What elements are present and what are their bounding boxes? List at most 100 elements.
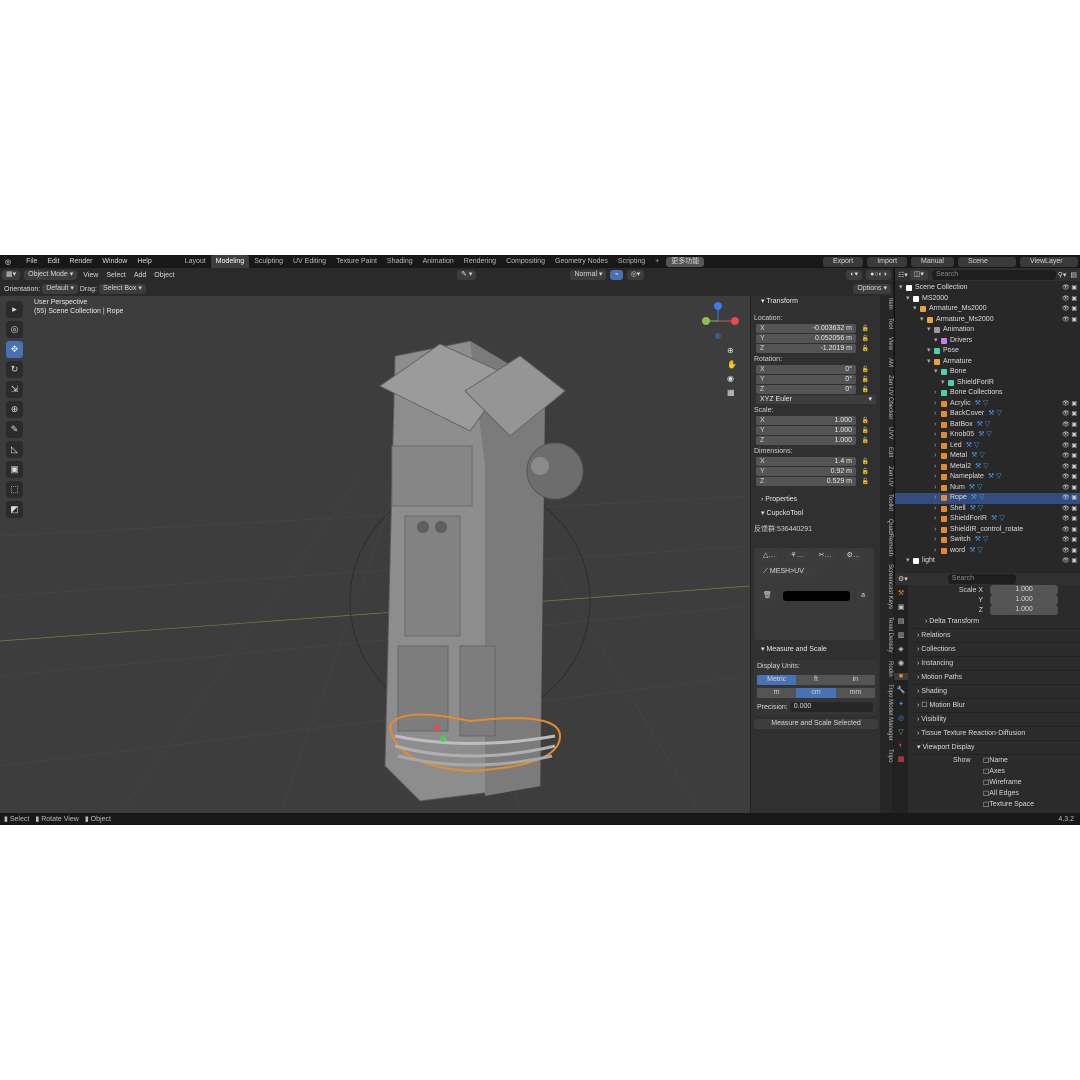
viewport-display-texture-space[interactable]: ☐ Texture Space [913,799,1080,810]
expand-arrow-icon[interactable]: › [934,493,941,504]
import-button[interactable]: Import [867,256,908,267]
section-delta-transform[interactable]: › Delta Transform [913,615,1080,629]
outliner-item-knob05[interactable]: › Knob05 ⚒ ▽ 👁 ▣ [895,430,1080,441]
visibility-eye-icon[interactable]: 👁 ▣ [1062,441,1077,452]
zoom-icon[interactable]: ⊕ [727,346,739,360]
visibility-eye-icon[interactable]: 👁 ▣ [1062,462,1077,473]
new-collection-icon[interactable]: ▤ [1066,271,1080,279]
object-mode-dropdown[interactable]: Object Mode ▾ [24,270,78,280]
rotation-mode-dropdown[interactable]: XYZ Euler ▾ [756,395,876,404]
tab-geometry-nodes[interactable]: Geometry Nodes [550,255,613,268]
expand-arrow-icon[interactable]: ▾ [927,357,934,368]
outliner-item-metal2[interactable]: › Metal2 ⚒ ▽ 👁 ▣ [895,462,1080,473]
location-lock-icon[interactable]: 🔓 [862,345,869,352]
expand-arrow-icon[interactable]: ▾ [927,325,934,336]
cupcko-tool-1-icon[interactable]: △… [759,551,780,561]
section-shading[interactable]: › Shading [913,685,1080,699]
viewport-display-name[interactable]: ☐ Name [913,755,1080,766]
visibility-eye-icon[interactable]: 👁 ▣ [1062,493,1077,504]
export-button[interactable]: Export [822,256,864,267]
visibility-eye-icon[interactable]: 👁 ▣ [1062,451,1077,462]
unit-ft-button[interactable]: ft [796,675,836,685]
outliner-item-shell[interactable]: › Shell ⚒ ▽ 👁 ▣ [895,504,1080,515]
expand-arrow-icon[interactable]: › [934,388,941,399]
visibility-eye-icon[interactable]: 👁 ▣ [1062,399,1077,410]
manual-button[interactable]: Manual [911,256,954,267]
expand-arrow-icon[interactable]: › [934,514,941,525]
rotation-lock-icon[interactable]: 🔓 [862,376,869,383]
object-props-icon[interactable]: ■ [894,673,908,680]
cursor-tool-icon[interactable]: ◎ [6,321,23,338]
view-layer-props-icon[interactable]: ▥ [894,631,908,639]
rotate-tool-icon[interactable]: ↻ [6,361,23,378]
expand-arrow-icon[interactable]: › [934,409,941,420]
measure-selected-button[interactable]: Measure and Scale Selected [754,719,878,729]
outliner-item-scene-collection[interactable]: ▾ Scene Collection 👁 ▣ [895,283,1080,294]
outliner-item-animation[interactable]: ▾ Animation [895,325,1080,336]
properties-search-input[interactable]: Search [947,574,1016,584]
expand-arrow-icon[interactable]: ▾ [906,294,913,305]
viewlayer-selector[interactable]: ViewLayer [1020,256,1078,267]
expand-arrow-icon[interactable]: › [934,535,941,546]
viewport-menu-view[interactable]: View [79,272,102,279]
scale-z-field[interactable]: Z 1.000 [756,436,856,445]
side-tab-quadremesh[interactable]: QuadRemesh [880,517,893,558]
grid-view-icon[interactable]: ▦ [727,388,739,402]
expand-arrow-icon[interactable]: ▾ [941,378,948,389]
prop-scale-field[interactable]: 1.000 [990,585,1058,595]
side-tab-tripo[interactable]: Tripo [880,747,893,764]
rotation-lock-icon[interactable]: 🔓 [862,386,869,393]
world-props-icon[interactable]: ◉ [894,659,908,667]
filter-icon[interactable]: ⚲▾ [1058,271,1067,279]
expand-arrow-icon[interactable]: › [934,420,941,431]
scale-lock-icon[interactable]: 🔓 [862,417,869,424]
section-motion-blur[interactable]: › ☐ Motion Blur [913,699,1080,713]
tab-modeling[interactable]: Modeling [210,255,250,268]
tab-uv-editing[interactable]: UV Editing [288,255,331,268]
scene-selector[interactable]: Scene [958,256,1016,267]
scale-y-field[interactable]: Y 1.000 [756,426,856,435]
section-collections[interactable]: › Collections [913,643,1080,657]
rotation-z-field[interactable]: Z 0° [756,385,856,394]
visibility-eye-icon[interactable]: 👁 ▣ [1062,420,1077,431]
options-dropdown[interactable]: Options ▾ [853,284,891,294]
hand-pan-icon[interactable]: ✋ [727,360,739,374]
scale-tool-icon[interactable]: ⇲ [6,381,23,398]
snap-toggle[interactable]: ⌁ [610,270,623,280]
outliner-item-pose[interactable]: ▾ Pose [895,346,1080,357]
visibility-eye-icon[interactable]: 👁 ▣ [1062,430,1077,441]
orientation-dropdown[interactable]: Default ▾ [42,284,78,294]
outliner-item-num[interactable]: › Num ⚒ ▽ 👁 ▣ [895,483,1080,494]
material-props-icon[interactable]: ◐ [894,742,908,749]
outliner-item-bone-collections[interactable]: › Bone Collections [895,388,1080,399]
select-tool-icon[interactable]: ▸ [6,301,23,318]
outliner-item-armature-ms2000[interactable]: ▾ Armature_Ms2000 👁 ▣ [895,315,1080,326]
outliner-item-batbox[interactable]: › BatBox ⚒ ▽ 👁 ▣ [895,420,1080,431]
visibility-eye-icon[interactable]: 👁 ▣ [1062,409,1077,420]
side-tab-toolkit[interactable]: Toolkit [880,492,893,513]
output-props-icon[interactable]: ▤ [894,617,908,625]
text-a-icon[interactable]: a [857,591,869,601]
menu-window[interactable]: Window [97,258,132,265]
rotation-x-field[interactable]: X 0° [756,365,856,374]
particles-props-icon[interactable]: ✦ [894,700,908,708]
outliner-item-nameplate[interactable]: › Nameplate ⚒ ▽ 👁 ▣ [895,472,1080,483]
expand-arrow-icon[interactable]: ▾ [934,336,941,347]
visibility-eye-icon[interactable]: 👁 ▣ [1062,472,1077,483]
viewport-menu-object[interactable]: Object [150,272,178,279]
annotate-tool-icon[interactable]: ✎ [6,421,23,438]
tab-layout[interactable]: Layout [180,255,211,268]
blender-logo-icon[interactable]: ◎ [0,258,16,266]
tab-sculpting[interactable]: Sculpting [249,255,288,268]
outliner-item-led[interactable]: › Led ⚒ ▽ 👁 ▣ [895,441,1080,452]
outliner-editor-icon[interactable]: ☷▾ [898,271,908,279]
unit-cm-button[interactable]: cm [796,688,836,698]
expand-arrow-icon[interactable]: › [934,430,941,441]
side-tab-item[interactable]: Item [880,296,893,312]
editor-type-selector[interactable]: ▦▾ [2,270,21,280]
visibility-eye-icon[interactable]: 👁 ▣ [1062,514,1077,525]
move-tool-icon[interactable]: ✥ [6,341,23,358]
viewport-menu-add[interactable]: Add [130,272,150,279]
cupcko-tool-2-icon[interactable]: ⚘… [786,551,808,561]
outliner-search-input[interactable]: Search [931,269,1056,280]
